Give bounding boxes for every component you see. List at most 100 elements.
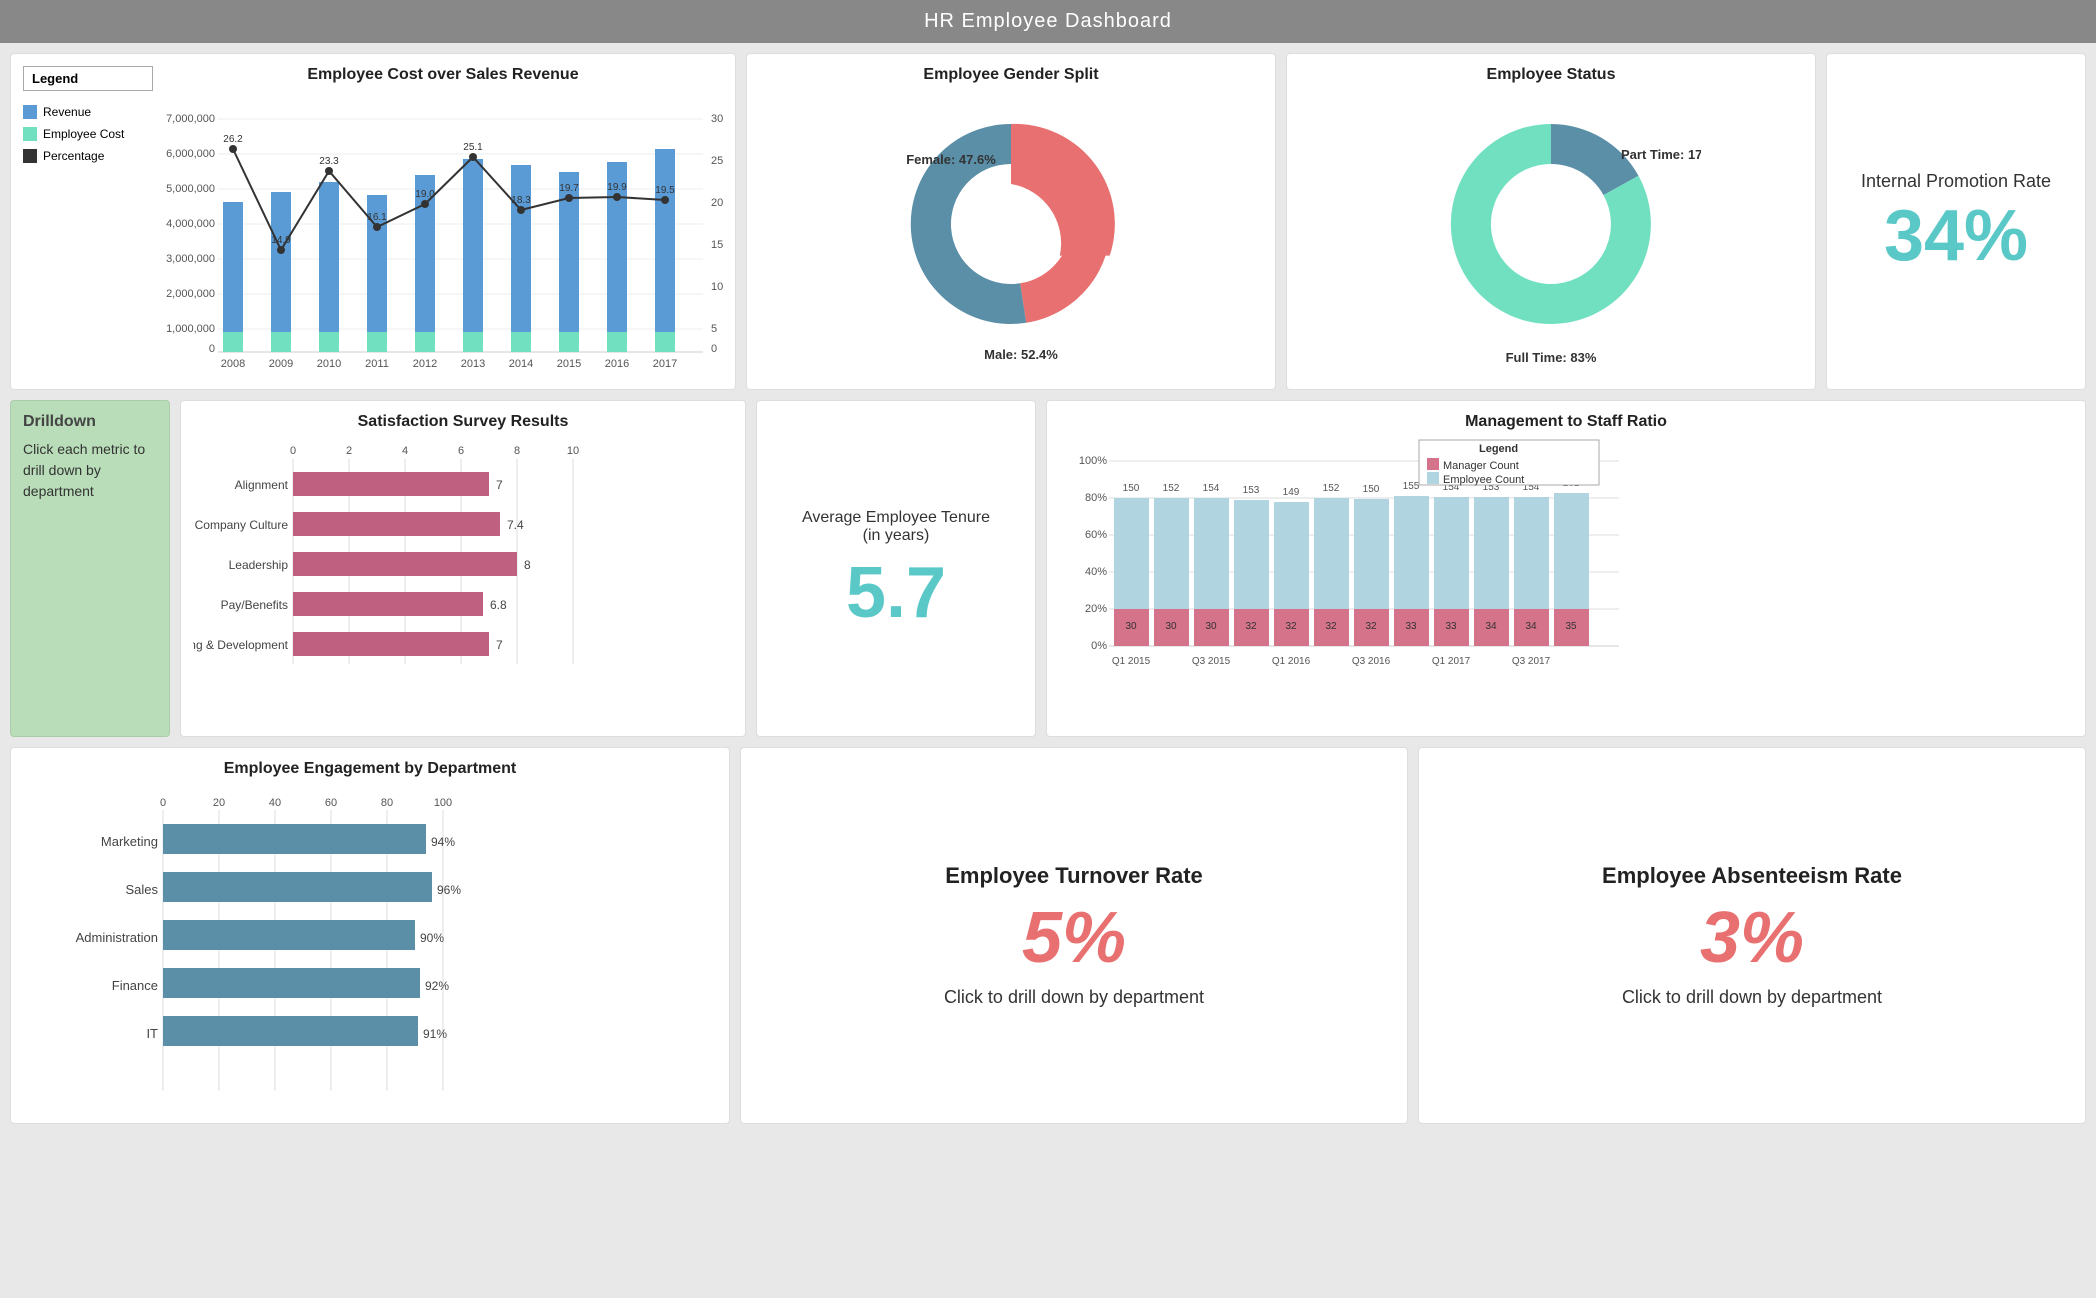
tenure-label: Average Employee Tenure(in years) — [802, 509, 990, 545]
row-1: Legend Revenue Employee Cost Percentage … — [10, 53, 2086, 390]
svg-text:100%: 100% — [1079, 455, 1107, 467]
svg-text:40%: 40% — [1085, 566, 1107, 578]
svg-text:2014: 2014 — [509, 358, 533, 370]
legend-employee-cost-label: Employee Cost — [43, 127, 124, 141]
svg-text:25.1: 25.1 — [463, 142, 483, 153]
employee-cost-color-swatch — [23, 127, 37, 141]
drilldown-title: Drilldown — [23, 413, 157, 431]
legend-title: Legend — [32, 71, 78, 86]
svg-text:20: 20 — [711, 197, 723, 209]
svg-text:Training & Development: Training & Development — [193, 638, 289, 652]
absenteeism-value: 3% — [1700, 897, 1804, 979]
svg-text:5,000,000: 5,000,000 — [166, 183, 215, 195]
svg-text:0: 0 — [209, 343, 215, 355]
turnover-value: 5% — [1022, 897, 1126, 979]
svg-text:Q1 2017: Q1 2017 — [1432, 656, 1471, 667]
satisfaction-title: Satisfaction Survey Results — [193, 413, 733, 431]
svg-text:Finance: Finance — [112, 978, 158, 993]
svg-text:Administration: Administration — [76, 930, 158, 945]
svg-text:2008: 2008 — [221, 358, 245, 370]
mgmt-ratio-card: Management to Staff Ratio 100% 80% 60% 4… — [1046, 400, 2086, 737]
svg-text:30: 30 — [1125, 621, 1137, 632]
svg-text:Full Time: 83%: Full Time: 83% — [1506, 350, 1597, 364]
svg-text:Alignment: Alignment — [235, 478, 289, 492]
turnover-click-label: Click to drill down by department — [944, 987, 1204, 1008]
legend-employee-cost: Employee Cost — [23, 127, 153, 141]
svg-text:7: 7 — [496, 638, 503, 652]
svg-text:Legend: Legend — [1479, 443, 1518, 455]
svg-text:5: 5 — [711, 323, 717, 335]
svg-text:Q3 2017: Q3 2017 — [1512, 656, 1551, 667]
employee-status-card: Employee Status Part Time: 17% F — [1286, 53, 1816, 390]
row-3: Employee Engagement by Department 0 20 4… — [10, 747, 2086, 1124]
drilldown-card[interactable]: Drilldown Click each metric to drill dow… — [10, 400, 170, 737]
engagement-title: Employee Engagement by Department — [23, 760, 717, 778]
svg-text:Q1 2016: Q1 2016 — [1272, 656, 1311, 667]
svg-text:19.5: 19.5 — [655, 185, 675, 196]
svg-text:0%: 0% — [1091, 640, 1107, 652]
svg-text:19.7: 19.7 — [559, 183, 579, 194]
svg-text:2009: 2009 — [269, 358, 293, 370]
absenteeism-title: Employee Absenteeism Rate — [1602, 863, 1902, 889]
svg-text:18.3: 18.3 — [511, 195, 531, 206]
svg-text:3,000,000: 3,000,000 — [166, 253, 215, 265]
svg-text:32: 32 — [1245, 621, 1257, 632]
svg-text:Male: 52.4%: Male: 52.4% — [984, 347, 1058, 362]
svg-text:Manager Count: Manager Count — [1443, 460, 1519, 472]
svg-text:23.3: 23.3 — [319, 156, 339, 167]
absenteeism-click-label: Click to drill down by department — [1622, 987, 1882, 1008]
svg-text:155: 155 — [1403, 481, 1420, 492]
svg-text:149: 149 — [1283, 487, 1300, 498]
svg-text:35: 35 — [1565, 621, 1577, 632]
turnover-card[interactable]: Employee Turnover Rate 5% Click to drill… — [740, 747, 1408, 1124]
svg-text:20: 20 — [213, 797, 225, 809]
svg-text:2013: 2013 — [461, 358, 485, 370]
svg-text:30: 30 — [1205, 621, 1217, 632]
svg-text:32: 32 — [1285, 621, 1297, 632]
gender-split-card: Employee Gender Split — [746, 53, 1276, 390]
absenteeism-card[interactable]: Employee Absenteeism Rate 3% Click to dr… — [1418, 747, 2086, 1124]
tenure-card: Average Employee Tenure(in years) 5.7 — [756, 400, 1036, 737]
svg-text:15: 15 — [711, 239, 723, 251]
svg-text:0: 0 — [711, 343, 717, 355]
svg-text:2: 2 — [346, 445, 352, 457]
dashboard-body: Legend Revenue Employee Cost Percentage … — [0, 43, 2096, 1134]
svg-text:2,000,000: 2,000,000 — [166, 288, 215, 300]
gender-split-title: Employee Gender Split — [759, 66, 1263, 84]
svg-text:100: 100 — [434, 797, 452, 809]
svg-text:Company Culture: Company Culture — [195, 518, 289, 532]
svg-text:80%: 80% — [1085, 492, 1107, 504]
legend-percentage-label: Percentage — [43, 149, 104, 163]
svg-text:0: 0 — [290, 445, 296, 457]
tenure-value: 5.7 — [846, 557, 946, 629]
svg-text:153: 153 — [1243, 485, 1260, 496]
svg-text:2012: 2012 — [413, 358, 437, 370]
svg-text:19.9: 19.9 — [607, 182, 627, 193]
svg-text:30: 30 — [1165, 621, 1177, 632]
svg-text:4,000,000: 4,000,000 — [166, 218, 215, 230]
svg-text:26.2: 26.2 — [223, 134, 243, 145]
promotion-rate-value: 34% — [1884, 200, 2028, 272]
svg-text:33: 33 — [1405, 621, 1417, 632]
svg-text:Employee Count: Employee Count — [1443, 474, 1524, 486]
employee-cost-card: Legend Revenue Employee Cost Percentage … — [10, 53, 736, 390]
svg-text:8: 8 — [524, 558, 531, 572]
svg-text:Marketing: Marketing — [101, 834, 158, 849]
promotion-rate-label: Internal Promotion Rate — [1861, 171, 2051, 192]
employee-status-svg: Part Time: 17% Full Time: 83% — [1401, 104, 1701, 364]
svg-text:6.8: 6.8 — [490, 598, 507, 612]
svg-text:IT: IT — [146, 1026, 158, 1041]
engagement-svg: 0 20 40 60 80 100 Marketing 94% — [23, 786, 703, 1106]
svg-text:33: 33 — [1445, 621, 1457, 632]
svg-text:Q3 2015: Q3 2015 — [1192, 656, 1231, 667]
satisfaction-card: Satisfaction Survey Results 0 2 4 6 8 10 — [180, 400, 746, 737]
svg-text:94%: 94% — [431, 835, 455, 849]
svg-text:1,000,000: 1,000,000 — [166, 323, 215, 335]
svg-text:80: 80 — [381, 797, 393, 809]
dashboard-header: HR Employee Dashboard — [0, 0, 2096, 43]
main-legend-box: Legend — [23, 66, 153, 91]
svg-text:32: 32 — [1365, 621, 1377, 632]
svg-text:4: 4 — [402, 445, 408, 457]
legend-revenue-label: Revenue — [43, 105, 91, 119]
svg-text:6,000,000: 6,000,000 — [166, 148, 215, 160]
